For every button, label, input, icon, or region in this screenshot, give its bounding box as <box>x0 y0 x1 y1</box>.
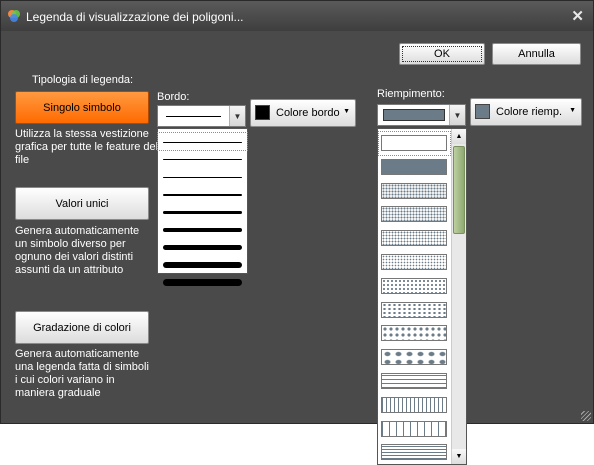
pattern-swatch <box>381 182 447 199</box>
fill-pattern-option[interactable] <box>379 180 450 203</box>
chevron-down-icon[interactable]: ▼ <box>229 106 245 126</box>
legend-type-label: Tipologia di legenda: <box>32 74 134 86</box>
border-style-list[interactable] <box>157 128 248 287</box>
window-title: Legenda di visualizzazione dei poligoni.… <box>26 10 244 24</box>
fill-pattern-option[interactable] <box>379 203 450 226</box>
fill-color-button[interactable]: Colore riemp. ▼ <box>470 98 582 126</box>
pattern-swatch <box>381 420 447 437</box>
pattern-swatch <box>381 349 447 366</box>
dropdown-arrow-icon: ▼ <box>343 108 350 115</box>
border-style-option[interactable] <box>158 203 247 220</box>
fill-pattern-option[interactable] <box>379 394 450 417</box>
line-sample <box>163 245 242 251</box>
fill-pattern-option[interactable] <box>379 346 450 369</box>
border-style-option[interactable] <box>158 221 247 238</box>
pattern-swatch <box>381 444 447 461</box>
cancel-button[interactable]: Annulla <box>492 43 581 65</box>
pattern-swatch <box>381 230 447 247</box>
single-symbol-description: Utilizza la stessa vestizione grafica pe… <box>15 128 159 166</box>
fill-pattern-option[interactable] <box>379 418 450 441</box>
border-style-option[interactable] <box>158 151 247 168</box>
vertical-scrollbar[interactable]: ▲ ▼ <box>451 129 466 464</box>
pattern-swatch <box>381 396 447 413</box>
line-sample <box>163 159 242 161</box>
border-color-button[interactable]: Colore bordo ▼ <box>250 99 356 127</box>
resize-grip-icon[interactable] <box>581 411 591 421</box>
line-sample <box>163 141 242 143</box>
app-icon <box>8 10 20 22</box>
border-style-option[interactable] <box>157 132 248 151</box>
unique-values-button[interactable]: Valori unici <box>15 187 149 220</box>
fill-pattern-option[interactable] <box>378 131 451 156</box>
border-color-label: Colore bordo <box>276 107 340 119</box>
fill-pattern-option[interactable] <box>379 251 450 274</box>
chevron-down-icon[interactable]: ▼ <box>449 105 465 125</box>
pattern-swatch <box>381 373 447 389</box>
fill-pattern-option[interactable] <box>379 156 450 179</box>
border-style-option[interactable] <box>158 168 247 185</box>
pattern-swatch <box>381 158 447 175</box>
selected-line-preview <box>166 116 221 117</box>
ok-button[interactable]: OK <box>399 43 485 65</box>
title-bar: Legenda di visualizzazione dei poligoni.… <box>1 1 593 31</box>
scroll-down-icon[interactable]: ▼ <box>452 449 466 464</box>
line-sample <box>163 279 242 287</box>
color-gradient-button[interactable]: Gradazione di colori <box>15 311 149 344</box>
pattern-swatch <box>381 254 447 270</box>
selected-fill-preview <box>383 109 445 121</box>
close-icon[interactable]: ✕ <box>571 7 584 25</box>
pattern-swatch <box>381 135 447 151</box>
line-sample <box>163 228 242 232</box>
unique-values-description: Genera automaticamente un simbolo divers… <box>15 225 140 276</box>
single-symbol-button[interactable]: Singolo simbolo <box>15 91 149 124</box>
dropdown-arrow-icon: ▼ <box>569 107 576 114</box>
fill-pattern-list[interactable]: ▲ ▼ <box>377 128 467 465</box>
fill-pattern-option[interactable] <box>379 322 450 345</box>
fill-label: Riempimento: <box>377 88 445 100</box>
fill-pattern-option[interactable] <box>379 441 450 464</box>
pattern-swatch <box>381 301 447 318</box>
fill-pattern-option[interactable] <box>379 299 450 322</box>
line-sample <box>163 262 242 269</box>
fill-color-swatch <box>475 104 490 119</box>
border-style-option[interactable] <box>158 256 247 273</box>
border-style-option[interactable] <box>158 186 247 203</box>
line-sample <box>163 210 242 214</box>
color-gradient-description: Genera automaticamente una legenda fatta… <box>15 348 149 399</box>
border-style-option[interactable] <box>158 274 247 291</box>
line-sample <box>163 176 242 178</box>
border-color-swatch <box>255 105 270 120</box>
fill-pattern-option[interactable] <box>379 370 450 393</box>
border-style-combo[interactable]: ▼ <box>157 105 246 127</box>
fill-pattern-combo[interactable]: ▼ <box>377 104 466 126</box>
pattern-swatch <box>381 277 447 294</box>
scrollbar-thumb[interactable] <box>453 146 465 234</box>
pattern-swatch <box>381 206 447 223</box>
pattern-swatch <box>381 325 447 342</box>
line-sample <box>163 193 242 196</box>
fill-color-label: Colore riemp. <box>496 106 563 118</box>
border-style-option[interactable] <box>158 239 247 256</box>
scroll-up-icon[interactable]: ▲ <box>452 129 466 144</box>
fill-pattern-option[interactable] <box>379 275 450 298</box>
fill-pattern-option[interactable] <box>379 227 450 250</box>
border-label: Bordo: <box>157 91 190 103</box>
legend-dialog: Legenda di visualizzazione dei poligoni.… <box>0 0 594 465</box>
